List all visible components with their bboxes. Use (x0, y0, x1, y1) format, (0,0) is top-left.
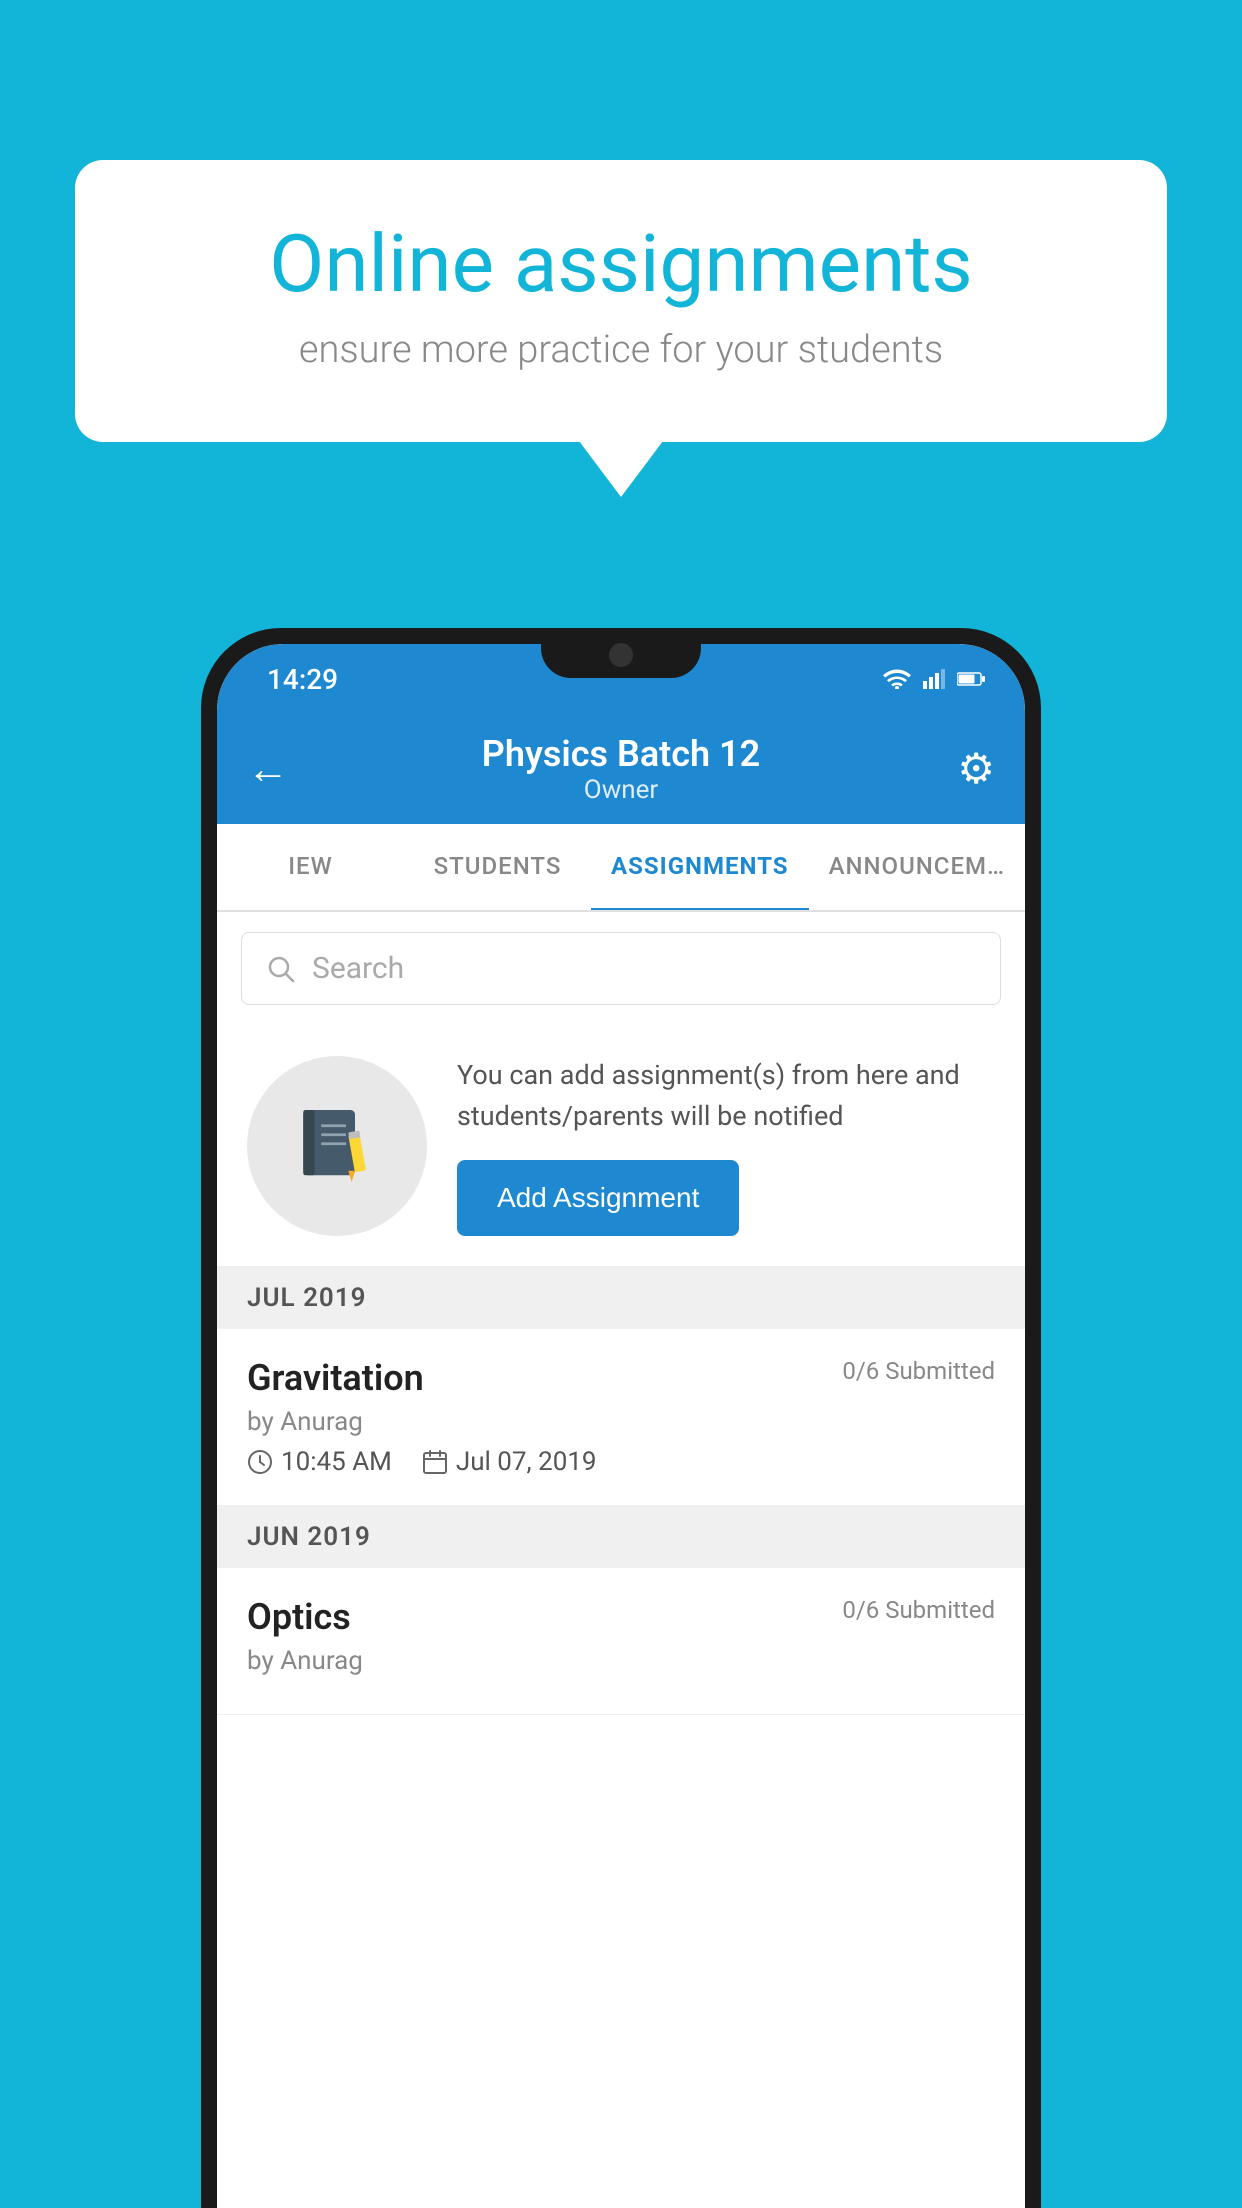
clock-icon (247, 1449, 273, 1475)
tab-announcements[interactable]: ANNOUNCEM… (809, 824, 1025, 910)
assignment-top-optics: Optics 0/6 Submitted (247, 1596, 995, 1638)
assignment-time-gravitation: 10:45 AM (247, 1447, 392, 1477)
assignment-date-value: Jul 07, 2019 (456, 1447, 597, 1477)
phone-notch (541, 628, 701, 678)
search-container: Search (217, 912, 1025, 1025)
signal-icon (923, 669, 945, 689)
speech-bubble-container: Online assignments ensure more practice … (75, 160, 1167, 442)
speech-bubble-headline: Online assignments (155, 220, 1087, 308)
search-placeholder: Search (312, 951, 404, 986)
wifi-icon (883, 669, 911, 689)
info-card: You can add assignment(s) from here and … (217, 1025, 1025, 1267)
assignment-time-value: 10:45 AM (281, 1447, 392, 1477)
assignment-top: Gravitation 0/6 Submitted (247, 1357, 995, 1399)
search-icon (266, 954, 296, 984)
submitted-badge-gravitation: 0/6 Submitted (842, 1357, 995, 1385)
assignment-by-optics: by Anurag (247, 1646, 995, 1676)
submitted-badge-optics: 0/6 Submitted (842, 1596, 995, 1624)
battery-icon (957, 671, 985, 687)
tab-iew[interactable]: IEW (217, 824, 404, 910)
app-bar: ← Physics Batch 12 Owner ⚙ (217, 714, 1025, 824)
assignment-item-gravitation[interactable]: Gravitation 0/6 Submitted by Anurag 10:4… (217, 1329, 1025, 1506)
assignment-name-optics: Optics (247, 1596, 351, 1638)
assignment-date-gravitation: Jul 07, 2019 (422, 1447, 597, 1477)
assignment-item-optics[interactable]: Optics 0/6 Submitted by Anurag (217, 1568, 1025, 1715)
assignment-icon-circle (247, 1056, 427, 1236)
section-header-jul: JUL 2019 (217, 1267, 1025, 1329)
notch-camera (609, 643, 633, 667)
speech-bubble: Online assignments ensure more practice … (75, 160, 1167, 442)
phone-frame: 14:29 (201, 628, 1041, 2208)
tabs-bar: IEW STUDENTS ASSIGNMENTS ANNOUNCEM… (217, 824, 1025, 912)
info-card-description: You can add assignment(s) from here and … (457, 1055, 995, 1136)
add-assignment-button[interactable]: Add Assignment (457, 1160, 739, 1236)
assignment-meta-gravitation: 10:45 AM Jul 07, 2019 (247, 1447, 995, 1477)
search-bar[interactable]: Search (241, 932, 1001, 1005)
phone-screen: 14:29 (217, 644, 1025, 2208)
section-header-jun: JUN 2019 (217, 1506, 1025, 1568)
info-card-text: You can add assignment(s) from here and … (457, 1055, 995, 1236)
assignment-by-gravitation: by Anurag (247, 1407, 995, 1437)
app-bar-subtitle: Owner (482, 775, 760, 805)
tab-assignments[interactable]: ASSIGNMENTS (591, 824, 809, 912)
status-time: 14:29 (267, 663, 338, 696)
assignment-name-gravitation: Gravitation (247, 1357, 424, 1399)
notebook-icon (292, 1101, 382, 1191)
settings-button[interactable]: ⚙ (957, 744, 995, 794)
app-bar-title-group: Physics Batch 12 Owner (482, 733, 760, 805)
back-button[interactable]: ← (247, 745, 307, 794)
speech-bubble-subtext: ensure more practice for your students (155, 328, 1087, 372)
tab-students[interactable]: STUDENTS (404, 824, 591, 910)
app-bar-title: Physics Batch 12 (482, 733, 760, 775)
calendar-icon (422, 1449, 448, 1475)
status-icons (883, 669, 985, 689)
